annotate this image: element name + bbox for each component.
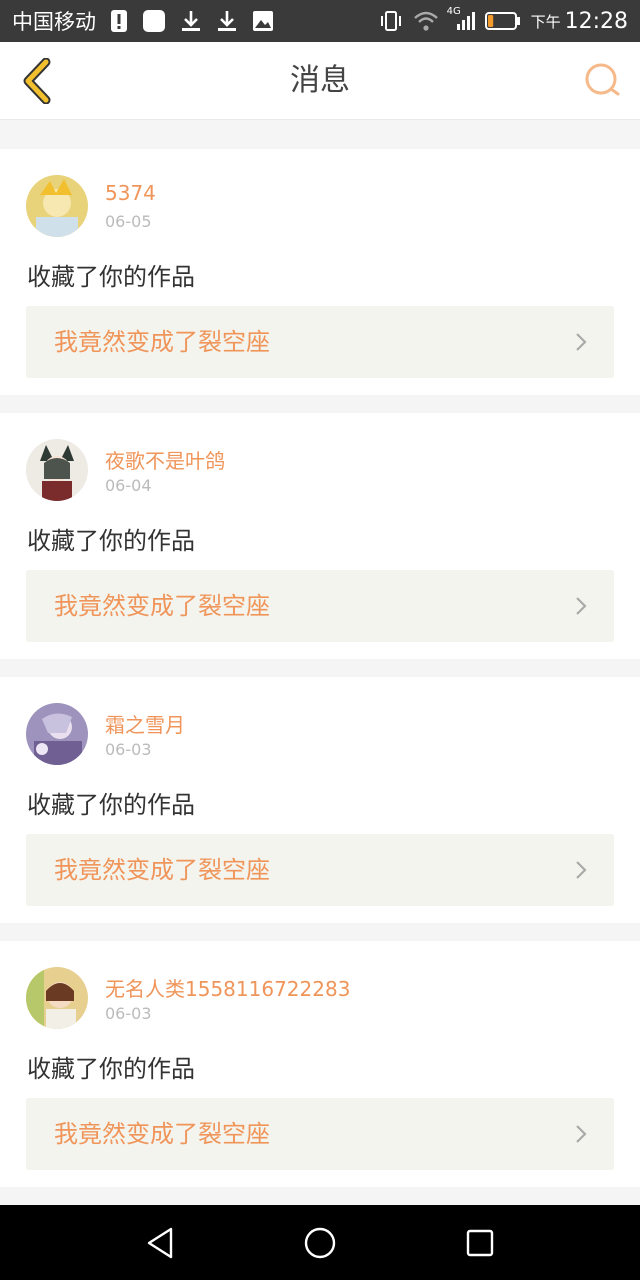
signal-icon: 4G — [447, 6, 475, 32]
avatar[interactable] — [26, 175, 88, 237]
message-username[interactable]: 5374 — [105, 181, 156, 205]
work-title: 我竟然变成了裂空座 — [54, 1120, 270, 1148]
message-date: 06-03 — [105, 1004, 152, 1023]
home-circle-icon — [304, 1227, 336, 1259]
message-card: 5374 06-05 收藏了你的作品 我竟然变成了裂空座 — [0, 149, 640, 395]
chevron-right-icon — [576, 861, 587, 879]
download-icon — [216, 9, 238, 33]
message-list: 5374 06-05 收藏了你的作品 我竟然变成了裂空座 夜歌不是叶鸽 06-0… — [0, 131, 640, 1205]
work-link[interactable]: 我竟然变成了裂空座 — [26, 1098, 614, 1170]
message-action: 收藏了你的作品 — [27, 791, 195, 819]
download-icon — [180, 9, 202, 33]
search-icon — [585, 63, 620, 96]
carrier-label: 中国移动 — [12, 10, 96, 34]
avatar[interactable] — [26, 967, 88, 1029]
message-date: 06-05 — [105, 212, 152, 231]
recents-square-icon — [466, 1229, 494, 1257]
message-action: 收藏了你的作品 — [27, 1055, 195, 1083]
message-username[interactable]: 无名人类1558116722283 — [105, 973, 350, 1002]
message-card: 霜之雪月 06-03 收藏了你的作品 我竟然变成了裂空座 — [0, 677, 640, 923]
chevron-right-icon — [576, 333, 587, 351]
avatar[interactable] — [26, 439, 88, 501]
battery-icon — [484, 11, 521, 31]
image-icon — [252, 10, 274, 32]
work-title: 我竟然变成了裂空座 — [54, 328, 270, 356]
message-username[interactable]: 夜歌不是叶鸽 — [105, 445, 225, 474]
navigation-bar — [0, 1205, 640, 1280]
message-card: 夜歌不是叶鸽 06-04 收藏了你的作品 我竟然变成了裂空座 — [0, 413, 640, 659]
vibrate-icon — [379, 10, 403, 32]
chevron-right-icon — [576, 597, 587, 615]
message-card: 无名人类1558116722283 06-03 收藏了你的作品 我竟然变成了裂空… — [0, 941, 640, 1187]
network-label: 4G — [446, 6, 461, 17]
work-link[interactable]: 我竟然变成了裂空座 — [26, 834, 614, 906]
nav-home-button[interactable] — [300, 1223, 340, 1263]
back-button[interactable] — [12, 56, 62, 106]
page-title: 消息 — [290, 63, 350, 98]
work-link[interactable]: 我竟然变成了裂空座 — [26, 570, 614, 642]
nav-recents-button[interactable] — [460, 1223, 500, 1263]
work-title: 我竟然变成了裂空座 — [54, 856, 270, 884]
message-date: 06-04 — [105, 476, 152, 495]
chevron-right-icon — [576, 1125, 587, 1143]
app-header: 消息 — [0, 42, 640, 120]
work-title: 我竟然变成了裂空座 — [54, 592, 270, 620]
nav-back-button[interactable] — [140, 1223, 180, 1263]
message-action: 收藏了你的作品 — [27, 527, 195, 555]
message-date: 06-03 — [105, 740, 152, 759]
search-button[interactable] — [578, 56, 628, 106]
back-triangle-icon — [147, 1227, 173, 1259]
message-username[interactable]: 霜之雪月 — [105, 709, 185, 738]
avatar[interactable] — [26, 703, 88, 765]
alert-icon — [110, 8, 128, 34]
chevron-left-icon — [23, 58, 51, 104]
app-icon — [142, 9, 166, 33]
time-ampm: 下午 — [530, 12, 561, 31]
message-action: 收藏了你的作品 — [27, 263, 195, 291]
status-bar: 中国移动 4G 下午 12:28 — [0, 0, 640, 42]
work-link[interactable]: 我竟然变成了裂空座 — [26, 306, 614, 378]
clock: 12:28 — [564, 8, 628, 34]
wifi-icon — [413, 10, 439, 32]
